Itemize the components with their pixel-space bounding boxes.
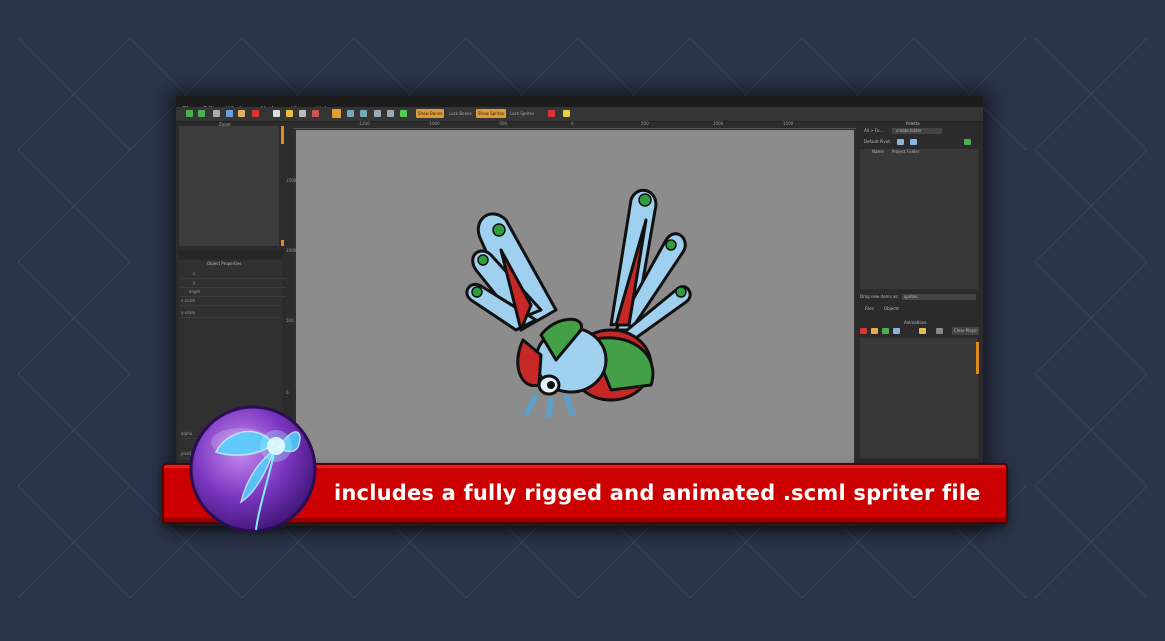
layout-icon[interactable] <box>360 110 367 117</box>
zoom-panel-title: Zoom <box>219 122 231 127</box>
ruler-tick: 1500 <box>286 178 297 183</box>
new-file-icon[interactable] <box>273 110 280 117</box>
name-column-header: Name <box>872 149 884 154</box>
drag-items-select[interactable]: sprites <box>902 294 976 300</box>
ruler-tick: 500 <box>641 121 649 126</box>
toolbar: Show Bones Lock Bones Show Sprites Lock … <box>176 107 983 122</box>
record-icon[interactable] <box>548 110 555 117</box>
copy-icon[interactable] <box>226 110 233 117</box>
duplicate-animation-icon[interactable] <box>882 328 889 334</box>
ruler-tick: 0 <box>571 121 574 126</box>
ruler-tick: 1000 <box>713 121 724 126</box>
copy-animation-icon[interactable] <box>893 328 900 334</box>
paste-icon[interactable] <box>238 110 245 117</box>
image-icon[interactable] <box>387 110 394 117</box>
fit-icon[interactable] <box>400 110 407 117</box>
show-sprites-button[interactable]: Show Sprites <box>476 109 507 118</box>
ruler-tick: 500 <box>286 318 294 323</box>
palette-file-list[interactable]: Name Project Folder <box>860 149 978 289</box>
ruler-tick: 0 <box>286 390 289 395</box>
animations-title: Animations <box>904 320 927 325</box>
show-bones-button[interactable]: Show Bones <box>416 109 445 118</box>
clear-playing-label: Clear Playin <box>954 328 978 333</box>
drag-items-value: sprites <box>904 294 918 299</box>
add-animation-icon[interactable] <box>871 328 878 334</box>
clear-playing-button[interactable]: Clear Playin <box>952 327 979 335</box>
folder-path-label: All > Fo... <box>864 128 884 133</box>
project-folder-header: Project Folder <box>892 149 920 154</box>
prop-angle[interactable]: angle <box>181 288 289 297</box>
delete-animation-icon[interactable] <box>860 328 867 334</box>
cut-icon[interactable] <box>213 110 220 117</box>
object-properties-title: Object Properties <box>207 261 242 266</box>
folder-icon[interactable] <box>563 110 570 117</box>
drag-items-label: Drag new items as: <box>860 294 899 299</box>
prop-y[interactable]: y <box>181 279 293 288</box>
window-icon[interactable] <box>347 110 354 117</box>
lock-sprites-label[interactable]: Lock Sprites <box>510 109 534 118</box>
undo-icon[interactable] <box>186 110 193 117</box>
palette-title: Palette <box>906 121 920 126</box>
prop-x-scale[interactable]: x-scale <box>181 297 281 306</box>
refresh-icon[interactable] <box>964 139 971 145</box>
default-pivot-label: Default Pivot: <box>864 139 892 144</box>
spriter-orb-logo <box>189 405 317 533</box>
prop-y-scale[interactable]: y-scale <box>181 309 281 318</box>
zoom-panel: Zoom <box>179 122 279 246</box>
zoom-scrollbar[interactable] <box>281 126 284 144</box>
pivot-button-1[interactable] <box>897 139 904 145</box>
scene-canvas[interactable] <box>296 130 854 466</box>
zoom-scrollbar-end[interactable] <box>281 240 284 246</box>
open-folder-icon[interactable] <box>286 110 293 117</box>
menu-bar: File Edit Window Modes View Help <box>176 96 983 113</box>
grid-icon[interactable] <box>374 110 381 117</box>
ruler-horizontal: -1200 -1000 -500 0 500 1000 1500 <box>288 121 858 129</box>
lock-bones-label[interactable]: Lock Bones <box>449 109 472 118</box>
redo-icon[interactable] <box>198 110 205 117</box>
tab-objects[interactable]: Objects <box>884 306 899 312</box>
ruler-tick: -1200 <box>358 121 370 126</box>
folder-select[interactable]: create folder <box>892 128 942 134</box>
animations-list[interactable] <box>860 338 978 458</box>
folder-animation-icon[interactable] <box>919 328 926 334</box>
ruler-tick: 1000 <box>286 248 297 253</box>
export-icon[interactable] <box>312 110 319 117</box>
select-tool-icon[interactable] <box>332 109 341 118</box>
save-icon[interactable] <box>299 110 306 117</box>
prop-x[interactable]: x <box>181 270 293 279</box>
delete-icon[interactable] <box>252 110 259 117</box>
banner-text: includes a fully rigged and animated .sc… <box>334 481 981 505</box>
ruler-tick: 1500 <box>783 121 794 126</box>
expand-icon[interactable] <box>936 328 943 334</box>
tab-files[interactable]: Files <box>865 306 874 312</box>
animations-scrollbar[interactable] <box>976 342 979 374</box>
folder-select-value: create folder <box>896 128 922 133</box>
hierarchy-tabs: Hierarchy Z-order <box>179 250 283 266</box>
pivot-button-2[interactable] <box>910 139 917 145</box>
ruler-tick: -1000 <box>428 121 440 126</box>
flying-creature-sprite[interactable] <box>461 180 711 425</box>
ruler-tick: -500 <box>498 121 508 126</box>
